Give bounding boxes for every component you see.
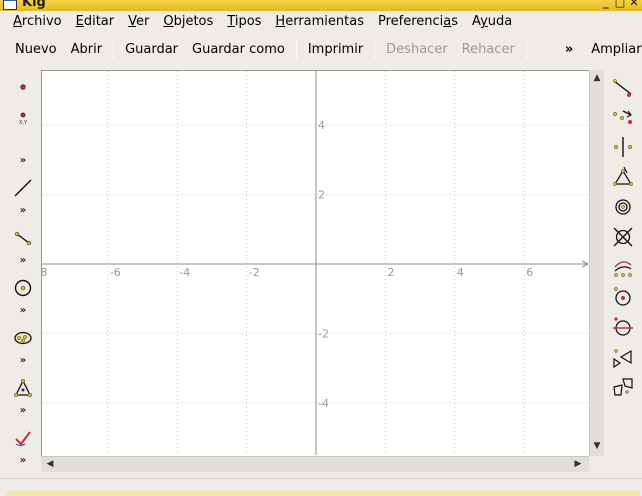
close-button[interactable]: ✕ xyxy=(628,0,640,10)
scroll-up-arrow[interactable]: ▲ xyxy=(591,72,603,84)
more-conics-arrow[interactable]: » xyxy=(17,356,29,366)
circle-center-icon[interactable] xyxy=(610,284,636,310)
toolbar-overflow-button[interactable]: » xyxy=(561,40,577,60)
horizontal-scrollbar[interactable]: ◀ ▶ xyxy=(41,456,589,472)
menu-preferencias[interactable]: Preferencias xyxy=(371,12,465,32)
scroll-right-arrow[interactable]: ▶ xyxy=(572,458,584,470)
toolbar-separator xyxy=(295,39,297,60)
checkmark-icon[interactable] xyxy=(10,425,36,451)
x-tick-label: -6 xyxy=(110,266,121,279)
drawing-area: 8 -6 -4 -2 2 4 6 4 2 -2 -4 ▲ ▼ ◀ ▶ xyxy=(41,70,604,472)
main-toolbar: Nuevo Abrir Guardar Guardar como Imprimi… xyxy=(0,34,642,65)
scrollbar-corner xyxy=(589,456,604,472)
midline-circle-icon[interactable] xyxy=(610,314,636,340)
zoom-in-button[interactable]: Ampliar xyxy=(577,38,642,62)
x-tick-label: 6 xyxy=(526,266,533,279)
window-title: Kig xyxy=(22,0,46,10)
point-xy-icon[interactable]: X,Y xyxy=(10,104,36,130)
more-circles-arrow[interactable]: » xyxy=(17,306,29,316)
status-strip xyxy=(6,491,640,496)
maximize-button[interactable]: □ xyxy=(614,0,626,10)
y-tick-label: 4 xyxy=(318,119,325,132)
polygon-icon[interactable] xyxy=(610,164,636,190)
x-tick-label: -2 xyxy=(249,266,260,279)
x-tick-label: 4 xyxy=(457,266,464,279)
more-segments-arrow[interactable]: » xyxy=(17,256,29,266)
x-tick-label: 8 xyxy=(42,266,47,279)
xy-label: X,Y xyxy=(19,120,28,126)
toolbar-separator xyxy=(525,39,527,60)
title-bar[interactable]: Kig _ □ ✕ xyxy=(0,0,642,11)
menu-tipos[interactable]: Tipos xyxy=(220,12,268,32)
toolbar-separator xyxy=(374,39,376,60)
new-button[interactable]: Nuevo xyxy=(8,38,64,62)
menu-editar[interactable]: Editar xyxy=(69,12,122,32)
parallel-icon[interactable] xyxy=(610,104,636,130)
geometry-canvas[interactable]: 8 -6 -4 -2 2 4 6 4 2 -2 -4 xyxy=(41,70,589,456)
segment-icon[interactable] xyxy=(10,225,36,251)
x-tick-label: -4 xyxy=(179,266,190,279)
transform-icon[interactable] xyxy=(610,374,636,400)
app-icon[interactable] xyxy=(3,0,17,10)
perpendicular-icon[interactable] xyxy=(610,134,636,160)
kig-window: Kig _ □ ✕ Archivo Editar Ver Objetos Tip… xyxy=(0,0,642,496)
menu-ver[interactable]: Ver xyxy=(121,12,156,32)
menu-objetos[interactable]: Objetos xyxy=(156,12,220,32)
scroll-left-arrow[interactable]: ◀ xyxy=(44,458,56,470)
window-controls: _ □ ✕ xyxy=(600,0,640,10)
menu-bar: Archivo Editar Ver Objetos Tipos Herrami… xyxy=(0,11,642,33)
undo-button[interactable]: Deshacer xyxy=(379,38,454,62)
arc-icon[interactable] xyxy=(610,254,636,280)
more-polygons-arrow[interactable]: » xyxy=(17,406,29,416)
objects-toolbar: X,Y » » » » » » » xyxy=(8,70,38,472)
menu-archivo[interactable]: Archivo xyxy=(6,12,69,32)
y-tick-label: 2 xyxy=(318,189,325,202)
menu-herramientas[interactable]: Herramientas xyxy=(268,12,371,32)
intersection-icon[interactable] xyxy=(610,224,636,250)
redo-button[interactable]: Rehacer xyxy=(455,38,522,62)
more-tests-arrow[interactable]: » xyxy=(17,456,29,466)
toolbar-separator xyxy=(113,39,115,60)
print-button[interactable]: Imprimir xyxy=(301,38,370,62)
coordinate-grid[interactable]: 8 -6 -4 -2 2 4 6 4 2 -2 -4 xyxy=(42,71,588,455)
y-tick-label: -2 xyxy=(318,327,329,340)
more-points-arrow[interactable]: » xyxy=(17,156,29,166)
conic-icon[interactable] xyxy=(10,325,36,351)
y-tick-label: -4 xyxy=(318,397,329,410)
mirror-icon[interactable] xyxy=(610,344,636,370)
scroll-down-arrow[interactable]: ▼ xyxy=(591,440,603,452)
minimize-button[interactable]: _ xyxy=(600,0,612,10)
save-as-button[interactable]: Guardar como xyxy=(185,38,292,62)
triangle-icon[interactable] xyxy=(10,375,36,401)
more-lines-arrow[interactable]: » xyxy=(17,206,29,216)
x-tick-label: 2 xyxy=(387,266,394,279)
status-bar xyxy=(0,478,642,496)
menu-ayuda[interactable]: Ayuda xyxy=(465,12,519,32)
circle-icon[interactable] xyxy=(10,275,36,301)
save-button[interactable]: Guardar xyxy=(118,38,185,62)
point-icon[interactable] xyxy=(10,74,36,100)
line-icon[interactable] xyxy=(10,175,36,201)
spiral-icon[interactable] xyxy=(610,194,636,220)
constructions-toolbar xyxy=(608,70,640,472)
bisector-icon[interactable] xyxy=(610,74,636,100)
open-button[interactable]: Abrir xyxy=(64,38,109,62)
vertical-scrollbar[interactable]: ▲ ▼ xyxy=(589,70,604,456)
